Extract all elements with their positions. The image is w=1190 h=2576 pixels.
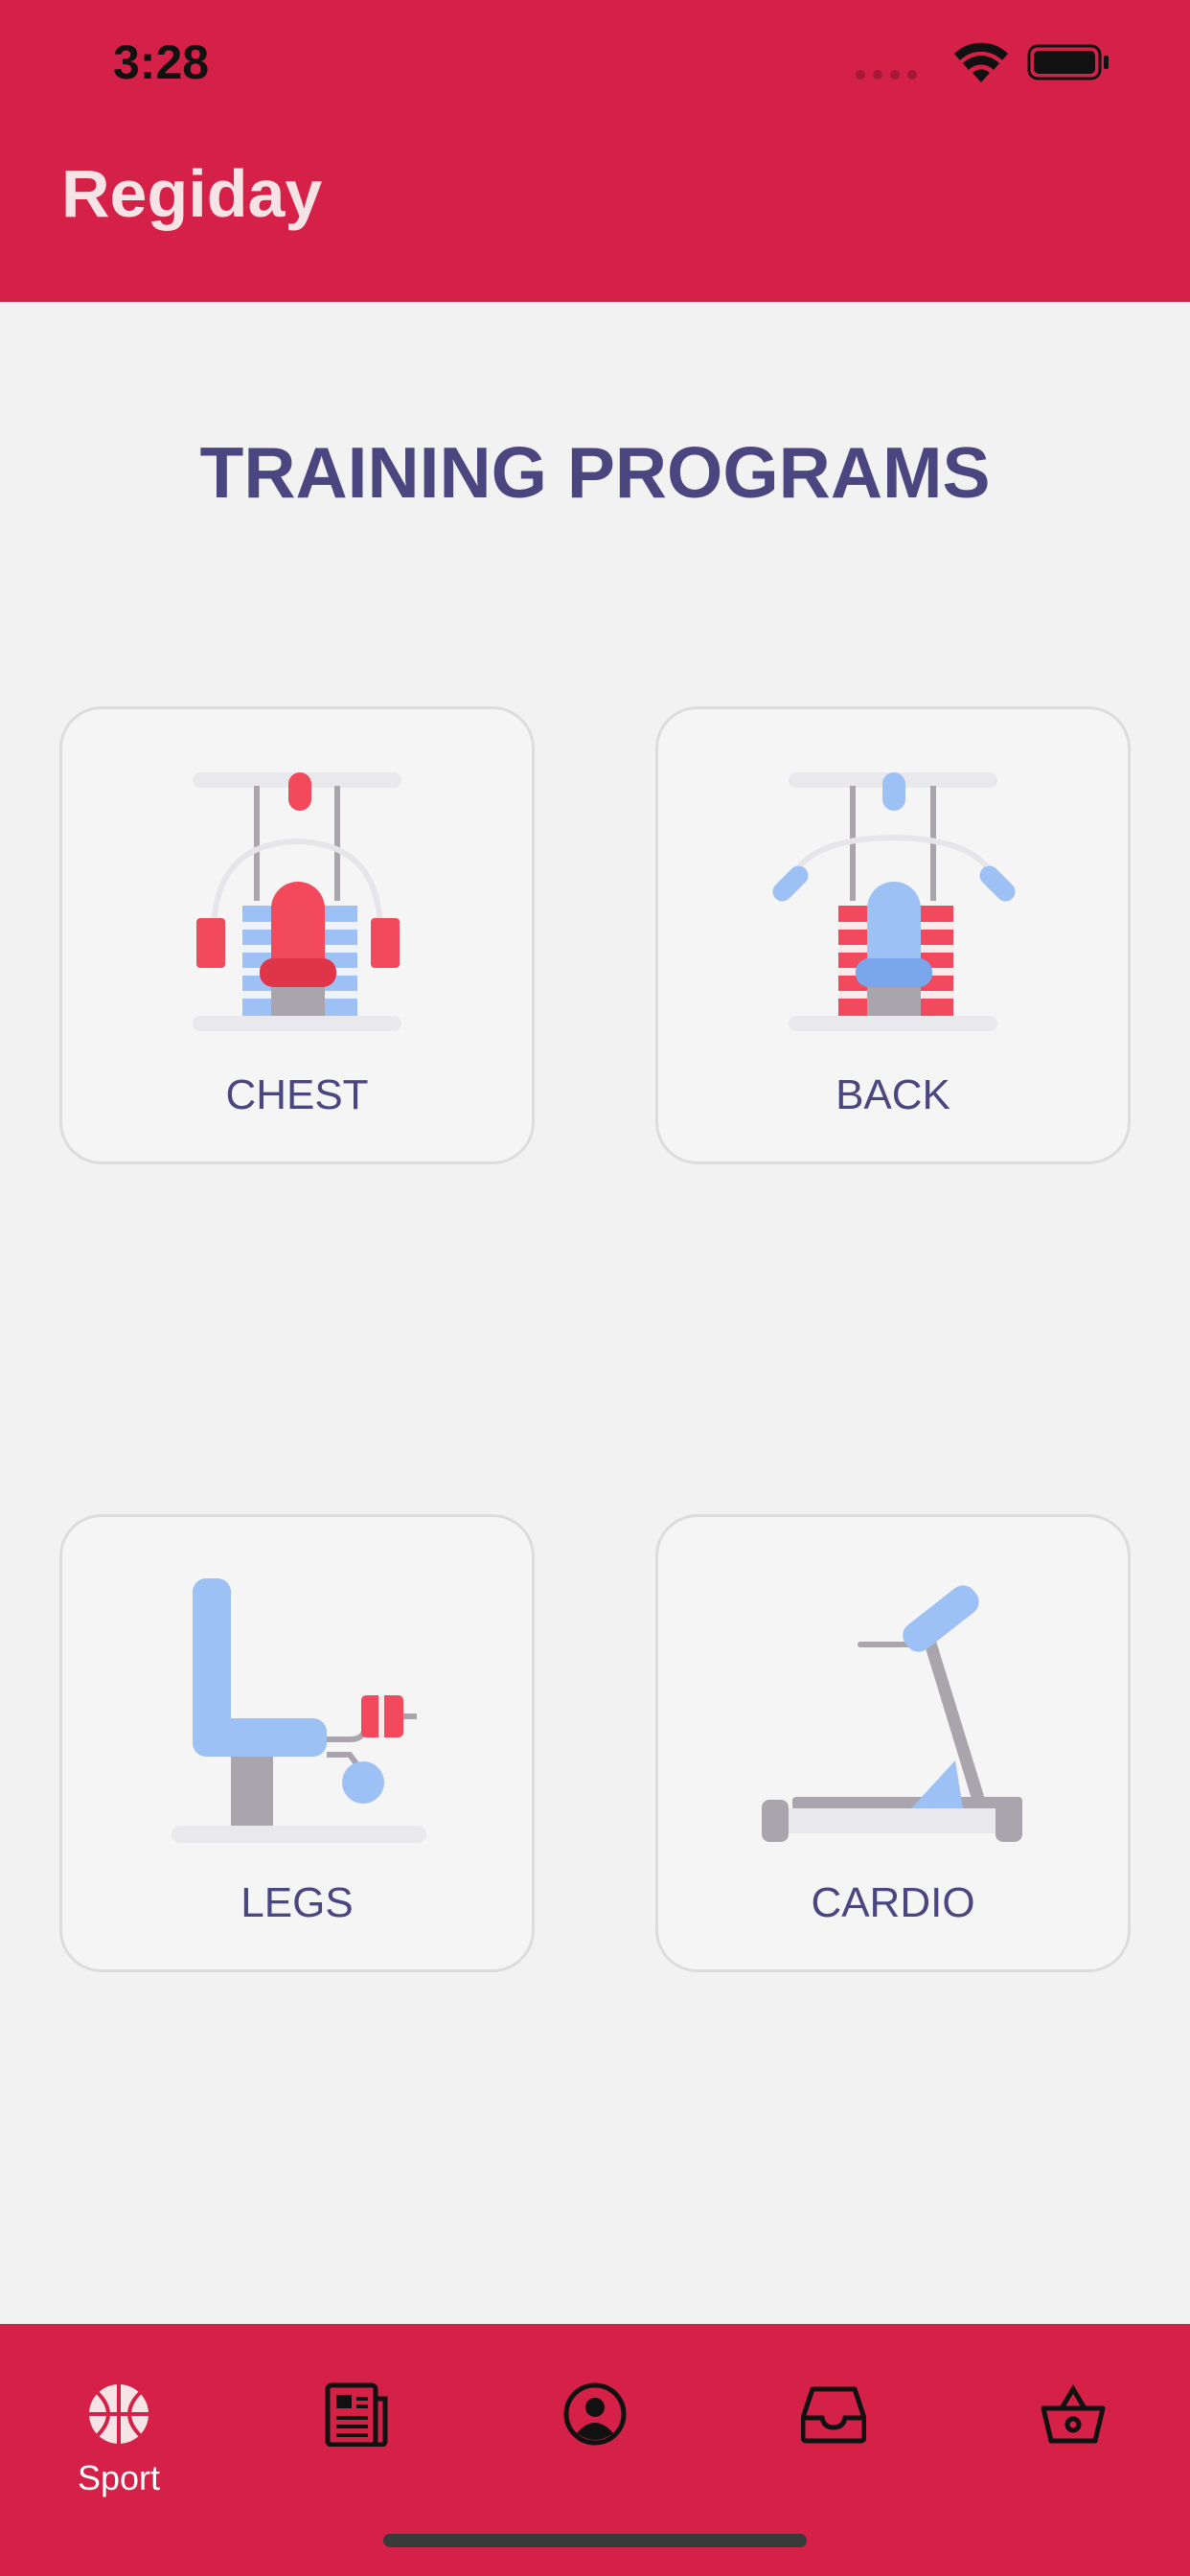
nav-item-inbox[interactable]	[767, 2353, 901, 2487]
program-card-back[interactable]: BACK	[655, 706, 1131, 1164]
card-label: CARDIO	[811, 1879, 975, 1926]
program-card-chest[interactable]: CHEST	[59, 706, 535, 1164]
status-time: 3:28	[113, 35, 210, 89]
nav-item-basket[interactable]	[1006, 2353, 1140, 2487]
card-label: CHEST	[225, 1071, 369, 1118]
card-label: BACK	[835, 1071, 950, 1118]
newspaper-icon	[325, 2382, 388, 2447]
app-header: Regiday	[0, 134, 1190, 302]
home-indicator	[383, 2534, 807, 2547]
basketball-icon	[89, 2384, 149, 2444]
signal-dots-icon	[856, 70, 917, 80]
profile-icon	[563, 2382, 627, 2446]
nav-label-sport: Sport	[77, 2458, 161, 2497]
status-bar: 3:28	[0, 0, 1190, 134]
wifi-icon	[954, 42, 1008, 82]
card-label: LEGS	[240, 1879, 354, 1926]
nav-item-sport[interactable]: Sport	[52, 2353, 186, 2497]
status-icons	[847, 40, 1134, 82]
battery-icon	[1027, 44, 1109, 80]
nav-item-news[interactable]	[289, 2353, 423, 2487]
basket-icon	[1041, 2384, 1106, 2444]
program-card-legs[interactable]: LEGS	[59, 1514, 535, 1972]
main-content: TRAINING PROGRAMS CHEST BACK LEGS CARDIO	[0, 302, 1190, 2324]
app-title: Regiday	[61, 156, 323, 231]
inbox-icon	[801, 2386, 866, 2444]
nav-item-profile[interactable]	[528, 2353, 662, 2487]
program-card-cardio[interactable]: CARDIO	[655, 1514, 1131, 1972]
page-title: TRAINING PROGRAMS	[199, 432, 991, 513]
